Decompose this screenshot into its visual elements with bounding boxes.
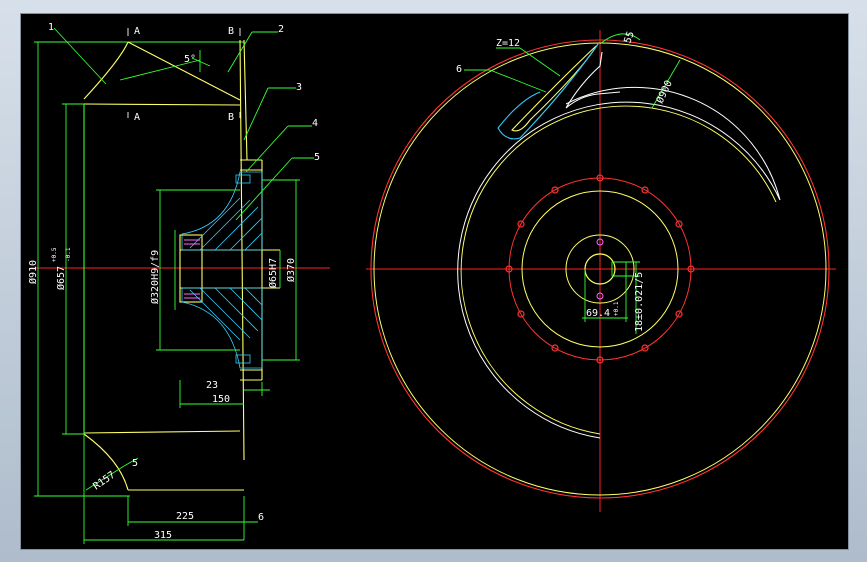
label-6: 6: [456, 64, 462, 75]
front-view: Z=12 6 55 Ø900 69.4 +0.1 18±0.021/5: [366, 30, 836, 512]
inner-shroud-white: [457, 86, 781, 439]
dim-6: 6: [258, 512, 264, 523]
section-label-a-top: A: [134, 26, 140, 37]
dim-657: Ø657: [55, 266, 67, 290]
label-z12: Z=12: [496, 38, 520, 49]
dim-370: Ø370: [285, 258, 297, 282]
section-label-b-bottom: B: [228, 112, 234, 123]
part-label-2: 2: [278, 24, 284, 35]
hub-bolts: [184, 239, 200, 299]
part-label-4: 4: [312, 118, 318, 129]
dim-910: Ø910: [27, 260, 39, 284]
dim-65: Ø65H7: [267, 258, 279, 288]
dim-315: 315: [154, 530, 172, 541]
dim-225: 225: [176, 511, 194, 522]
dim-69-4-tol: +0.1: [613, 301, 620, 316]
inner-shroud-yellow: [460, 105, 777, 435]
dim-69-4: 69.4: [586, 308, 610, 319]
side-dimension-lines: [34, 41, 300, 544]
hub-hatch: [181, 171, 263, 369]
section-label-b-top: B: [228, 26, 234, 37]
dim-150: 150: [212, 394, 230, 405]
keyway-dims: [582, 261, 640, 334]
side-text: 1 2 3 4 5 A B A B 5° 23 150 5 225 6 315 …: [27, 22, 320, 541]
part-label-1: 1: [48, 22, 54, 33]
side-view: 1 2 3 4 5 A B A B 5° 23 150 5 225 6 315 …: [27, 22, 330, 544]
cad-drawing: 1 2 3 4 5 A B A B 5° 23 150 5 225 6 315 …: [27, 22, 836, 544]
dim-657-tol-top: +0.5: [51, 247, 58, 262]
side-outline: [83, 39, 280, 491]
part-label-5: 5: [314, 152, 320, 163]
dim-320: Ø320H9/f9: [149, 250, 161, 304]
angle-label: 5°: [184, 54, 196, 65]
dim-23: 23: [206, 380, 218, 391]
part-label-3: 3: [296, 82, 302, 93]
dim-18: 18±0.021/5: [634, 272, 645, 332]
dim-5: 5: [132, 458, 138, 469]
dim-657-tol-bot: -0.1: [65, 247, 72, 262]
section-label-a-bottom: A: [134, 112, 140, 123]
